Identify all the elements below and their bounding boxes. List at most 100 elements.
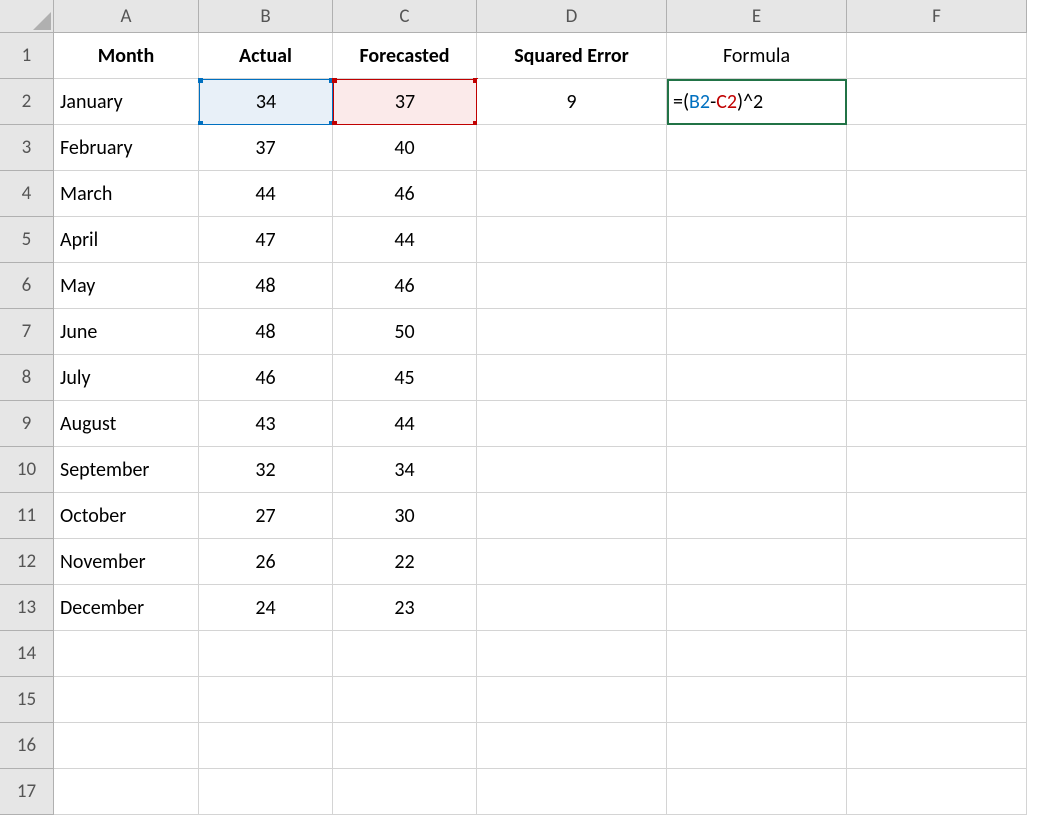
- row-header-13[interactable]: 13: [0, 585, 54, 631]
- cell-A15[interactable]: [54, 677, 199, 723]
- row-header-11[interactable]: 11: [0, 493, 54, 539]
- cell-A17[interactable]: [54, 769, 199, 815]
- cell-C5[interactable]: 44: [333, 217, 477, 263]
- cell-B14[interactable]: [199, 631, 333, 677]
- cell-D2[interactable]: 9: [477, 79, 667, 125]
- cell-E6[interactable]: [667, 263, 847, 309]
- cell-C10[interactable]: 34: [333, 447, 477, 493]
- cell-B2[interactable]: 34: [199, 79, 333, 125]
- row-header-10[interactable]: 10: [0, 447, 54, 493]
- cell-F7[interactable]: [847, 309, 1027, 355]
- cell-D8[interactable]: [477, 355, 667, 401]
- cell-A4[interactable]: March: [54, 171, 199, 217]
- cell-F13[interactable]: [847, 585, 1027, 631]
- cell-D17[interactable]: [477, 769, 667, 815]
- cell-A3[interactable]: February: [54, 125, 199, 171]
- cell-F3[interactable]: [847, 125, 1027, 171]
- row-header-8[interactable]: 8: [0, 355, 54, 401]
- row-header-3[interactable]: 3: [0, 125, 54, 171]
- cell-F10[interactable]: [847, 447, 1027, 493]
- cell-B6[interactable]: 48: [199, 263, 333, 309]
- row-header-6[interactable]: 6: [0, 263, 54, 309]
- cell-E16[interactable]: [667, 723, 847, 769]
- cell-F2[interactable]: [847, 79, 1027, 125]
- cell-C13[interactable]: 23: [333, 585, 477, 631]
- cell-F9[interactable]: [847, 401, 1027, 447]
- cell-C11[interactable]: 30: [333, 493, 477, 539]
- cell-E4[interactable]: [667, 171, 847, 217]
- cell-B15[interactable]: [199, 677, 333, 723]
- cell-B5[interactable]: 47: [199, 217, 333, 263]
- cell-A16[interactable]: [54, 723, 199, 769]
- cell-D5[interactable]: [477, 217, 667, 263]
- cell-F15[interactable]: [847, 677, 1027, 723]
- cell-F14[interactable]: [847, 631, 1027, 677]
- row-header-14[interactable]: 14: [0, 631, 54, 677]
- cell-D16[interactable]: [477, 723, 667, 769]
- cell-F11[interactable]: [847, 493, 1027, 539]
- cell-B16[interactable]: [199, 723, 333, 769]
- cell-A1[interactable]: Month: [54, 33, 199, 79]
- cell-D6[interactable]: [477, 263, 667, 309]
- cell-B13[interactable]: 24: [199, 585, 333, 631]
- cell-D7[interactable]: [477, 309, 667, 355]
- row-header-15[interactable]: 15: [0, 677, 54, 723]
- cell-E11[interactable]: [667, 493, 847, 539]
- cell-D4[interactable]: [477, 171, 667, 217]
- row-header-7[interactable]: 7: [0, 309, 54, 355]
- cell-A9[interactable]: August: [54, 401, 199, 447]
- cell-F5[interactable]: [847, 217, 1027, 263]
- cell-B8[interactable]: 46: [199, 355, 333, 401]
- cell-D3[interactable]: [477, 125, 667, 171]
- row-header-12[interactable]: 12: [0, 539, 54, 585]
- cell-C12[interactable]: 22: [333, 539, 477, 585]
- cell-C9[interactable]: 44: [333, 401, 477, 447]
- cell-F1[interactable]: [847, 33, 1027, 79]
- cell-E10[interactable]: [667, 447, 847, 493]
- cell-F12[interactable]: [847, 539, 1027, 585]
- cell-C2[interactable]: 37: [333, 79, 477, 125]
- cell-E1[interactable]: Formula: [667, 33, 847, 79]
- cell-B1[interactable]: Actual: [199, 33, 333, 79]
- col-header-A[interactable]: A: [54, 0, 199, 33]
- row-header-4[interactable]: 4: [0, 171, 54, 217]
- cell-C3[interactable]: 40: [333, 125, 477, 171]
- cell-A7[interactable]: June: [54, 309, 199, 355]
- row-header-1[interactable]: 1: [0, 33, 54, 79]
- select-all-corner[interactable]: [0, 0, 54, 33]
- cell-C4[interactable]: 46: [333, 171, 477, 217]
- cell-B4[interactable]: 44: [199, 171, 333, 217]
- cell-A10[interactable]: September: [54, 447, 199, 493]
- cell-F6[interactable]: [847, 263, 1027, 309]
- cell-E17[interactable]: [667, 769, 847, 815]
- cell-A12[interactable]: November: [54, 539, 199, 585]
- col-header-D[interactable]: D: [477, 0, 667, 33]
- cell-C1[interactable]: Forecasted: [333, 33, 477, 79]
- cell-C14[interactable]: [333, 631, 477, 677]
- cell-B7[interactable]: 48: [199, 309, 333, 355]
- cell-D12[interactable]: [477, 539, 667, 585]
- cell-F8[interactable]: [847, 355, 1027, 401]
- cell-D9[interactable]: [477, 401, 667, 447]
- cell-C8[interactable]: 45: [333, 355, 477, 401]
- cell-E7[interactable]: [667, 309, 847, 355]
- cell-E9[interactable]: [667, 401, 847, 447]
- row-header-9[interactable]: 9: [0, 401, 54, 447]
- cell-E8[interactable]: [667, 355, 847, 401]
- cell-E5[interactable]: [667, 217, 847, 263]
- cell-B12[interactable]: 26: [199, 539, 333, 585]
- cell-C17[interactable]: [333, 769, 477, 815]
- cell-C15[interactable]: [333, 677, 477, 723]
- cell-D15[interactable]: [477, 677, 667, 723]
- cell-D14[interactable]: [477, 631, 667, 677]
- cell-B11[interactable]: 27: [199, 493, 333, 539]
- cell-A11[interactable]: October: [54, 493, 199, 539]
- col-header-F[interactable]: F: [847, 0, 1027, 33]
- cell-B17[interactable]: [199, 769, 333, 815]
- cell-B3[interactable]: 37: [199, 125, 333, 171]
- col-header-B[interactable]: B: [199, 0, 333, 33]
- row-header-5[interactable]: 5: [0, 217, 54, 263]
- cell-C16[interactable]: [333, 723, 477, 769]
- cell-D1[interactable]: Squared Error: [477, 33, 667, 79]
- cell-F4[interactable]: [847, 171, 1027, 217]
